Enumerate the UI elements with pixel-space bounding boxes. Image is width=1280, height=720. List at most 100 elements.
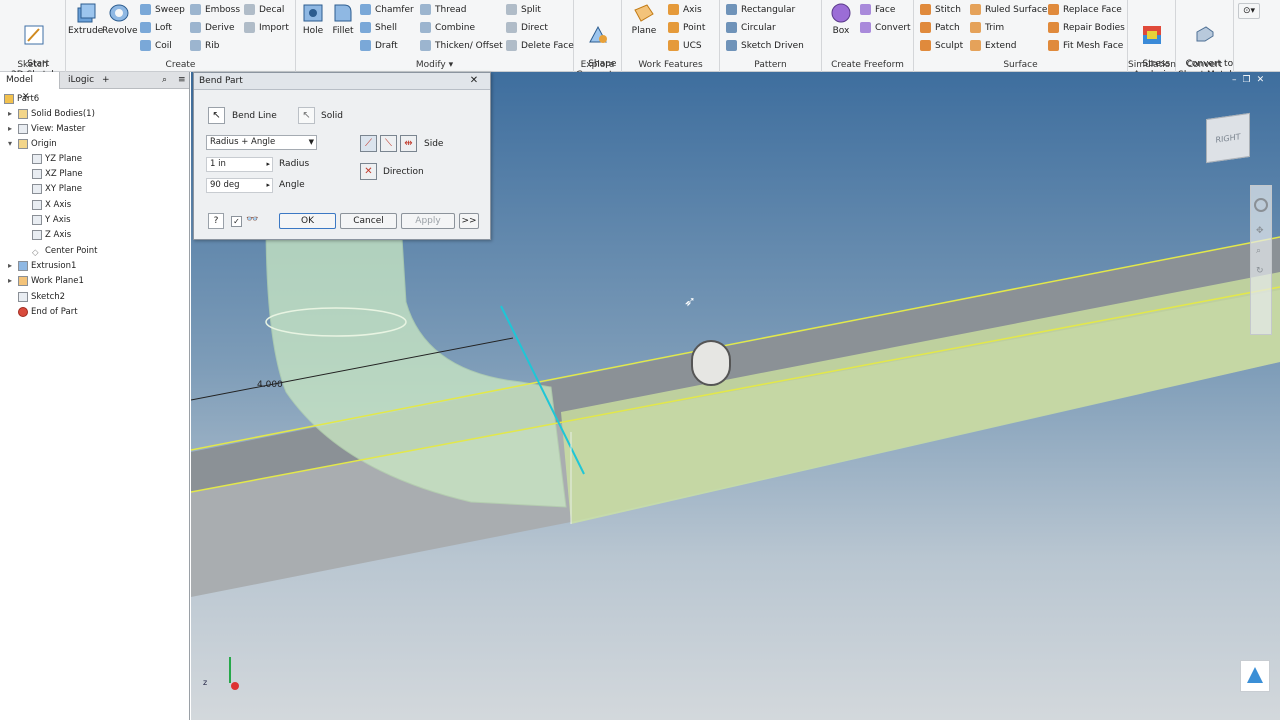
- shell-button[interactable]: Shell: [360, 20, 397, 36]
- tab-ilogic[interactable]: iLogic: [62, 72, 98, 89]
- fit-mesh-face-button[interactable]: Fit Mesh Face: [1048, 38, 1123, 54]
- ucs-button[interactable]: UCS: [668, 38, 702, 54]
- draft-button[interactable]: Draft: [360, 38, 398, 54]
- tree-node-solid-bodies[interactable]: Solid Bodies(1): [18, 107, 95, 122]
- split-button[interactable]: Split: [506, 2, 541, 18]
- point-button[interactable]: Point: [668, 20, 705, 36]
- thicken-label: Thicken/ Offset: [435, 41, 503, 51]
- freeform-group: Box Face Convert Create Freeform: [822, 0, 914, 72]
- expand-icon[interactable]: ▸: [8, 124, 12, 133]
- repair-bodies-button[interactable]: Repair Bodies: [1048, 20, 1125, 36]
- sculpt-button[interactable]: Sculpt: [920, 38, 963, 54]
- revolve-button[interactable]: Revolve: [102, 2, 138, 37]
- zoom-icon[interactable]: ⌕: [1256, 246, 1266, 256]
- steering-wheel-icon[interactable]: [1254, 198, 1268, 212]
- orbit-icon[interactable]: ↻: [1256, 266, 1266, 276]
- plane-button[interactable]: Plane: [626, 2, 662, 37]
- extend-button[interactable]: Extend: [970, 38, 1017, 54]
- replace-face-button[interactable]: Replace Face: [1048, 2, 1122, 18]
- solid-select-button[interactable]: ↖: [298, 107, 315, 124]
- collapse-icon[interactable]: ▾: [8, 139, 12, 148]
- tree-node-label: XY Plane: [45, 184, 83, 194]
- tree-node-work-plane1[interactable]: Work Plane1: [18, 274, 84, 289]
- tree-node-xy-plane[interactable]: XY Plane: [32, 182, 82, 197]
- convert-freeform-button[interactable]: Convert: [860, 20, 911, 36]
- cancel-button[interactable]: Cancel: [340, 213, 397, 229]
- dimension-label[interactable]: 4.000: [257, 380, 283, 390]
- tree-node-xz-plane[interactable]: XZ Plane: [32, 167, 83, 182]
- tree-node-x-axis[interactable]: X Axis: [32, 198, 71, 213]
- tab-model[interactable]: Model ✕: [0, 72, 60, 102]
- search-icon[interactable]: ⌕: [156, 72, 173, 89]
- derive-button[interactable]: Derive: [190, 20, 235, 36]
- menu-icon[interactable]: ≡: [172, 72, 192, 89]
- help-button[interactable]: ?: [208, 213, 224, 229]
- import-button[interactable]: Import: [244, 20, 289, 36]
- tree-node-origin[interactable]: Origin: [18, 137, 57, 152]
- coil-button[interactable]: Coil: [140, 38, 172, 54]
- expand-icon[interactable]: ▸: [8, 261, 12, 270]
- restore-icon[interactable]: ❐: [1243, 75, 1251, 85]
- dialog-close-button[interactable]: ✕: [462, 73, 486, 88]
- ribbon-options-button[interactable]: ⊙▾: [1238, 3, 1260, 19]
- sweep-button[interactable]: Sweep: [140, 2, 185, 18]
- thread-button[interactable]: Thread: [420, 2, 466, 18]
- tree-node-sketch2[interactable]: Sketch2: [18, 290, 65, 305]
- ok-button[interactable]: OK: [279, 213, 336, 229]
- expand-icon[interactable]: ▸: [8, 109, 12, 118]
- sketch-driven-button[interactable]: Sketch Driven: [726, 38, 804, 54]
- circular-button[interactable]: Circular: [726, 20, 776, 36]
- tree-node-end-of-part[interactable]: End of Part: [18, 305, 78, 320]
- modify-group-label[interactable]: Modify ▾: [296, 60, 573, 70]
- bend-type-select[interactable]: Radius + Angle ▼: [206, 135, 317, 150]
- stitch-button[interactable]: Stitch: [920, 2, 961, 18]
- preview-checkbox[interactable]: ✓: [231, 216, 242, 227]
- add-tab-button[interactable]: +: [96, 72, 112, 89]
- tree-node-view-master[interactable]: View: Master: [18, 122, 85, 137]
- rectangular-button[interactable]: Rectangular: [726, 2, 795, 18]
- side-one-button[interactable]: ⟋: [360, 135, 377, 152]
- tree-node-y-axis[interactable]: Y Axis: [32, 213, 71, 228]
- patch-button[interactable]: Patch: [920, 20, 960, 36]
- face-button[interactable]: Face: [860, 2, 895, 18]
- more-button[interactable]: >>: [459, 213, 479, 229]
- decal-button[interactable]: Decal: [244, 2, 284, 18]
- direction-button[interactable]: ✕: [360, 163, 377, 180]
- fillet-button[interactable]: Fillet: [328, 2, 358, 37]
- trim-button[interactable]: Trim: [970, 20, 1004, 36]
- ruled-surface-button[interactable]: Ruled Surface: [970, 2, 1047, 18]
- side-both-button[interactable]: ⇹: [400, 135, 417, 152]
- shell-icon: [360, 22, 371, 33]
- delete-face-button[interactable]: Delete Face: [506, 38, 574, 54]
- thicken-offset-button[interactable]: Thicken/ Offset: [420, 38, 503, 54]
- rib-button[interactable]: Rib: [190, 38, 219, 54]
- side-two-button[interactable]: ⟍: [380, 135, 397, 152]
- navigation-bar[interactable]: ✥ ⌕ ↻: [1250, 185, 1272, 335]
- combine-button[interactable]: Combine: [420, 20, 475, 36]
- angle-input[interactable]: 90 deg ▸: [206, 178, 273, 193]
- viewcube[interactable]: RIGHT: [1206, 112, 1250, 164]
- chamfer-button[interactable]: Chamfer: [360, 2, 414, 18]
- extrude-button[interactable]: Extrude: [68, 2, 103, 37]
- plane-icon: [634, 4, 654, 22]
- tree-node-center-point[interactable]: ◇ Center Point: [32, 244, 97, 259]
- tree-node-z-axis[interactable]: Z Axis: [32, 228, 71, 243]
- app-logo-icon[interactable]: [1240, 660, 1270, 692]
- pan-icon[interactable]: ✥: [1256, 226, 1266, 236]
- bend-line-select-button[interactable]: ↖: [208, 107, 225, 124]
- expand-icon[interactable]: ▸: [8, 276, 12, 285]
- direct-button[interactable]: Direct: [506, 20, 548, 36]
- axis-button[interactable]: Axis: [668, 2, 702, 18]
- minimize-icon[interactable]: –: [1232, 75, 1237, 85]
- tree-node-yz-plane[interactable]: YZ Plane: [32, 152, 82, 167]
- radius-input[interactable]: 1 in ▸: [206, 157, 273, 172]
- tree-node-extrusion1[interactable]: Extrusion1: [18, 259, 76, 274]
- box-button[interactable]: Box: [826, 2, 856, 37]
- hole-button[interactable]: Hole: [298, 2, 328, 37]
- close-icon[interactable]: ✕: [1257, 75, 1265, 85]
- apply-button[interactable]: Apply: [401, 213, 455, 229]
- tree-node-part[interactable]: Part6: [4, 92, 39, 107]
- tree-node-label: X Axis: [45, 200, 72, 210]
- emboss-button[interactable]: Emboss: [190, 2, 240, 18]
- loft-button[interactable]: Loft: [140, 20, 172, 36]
